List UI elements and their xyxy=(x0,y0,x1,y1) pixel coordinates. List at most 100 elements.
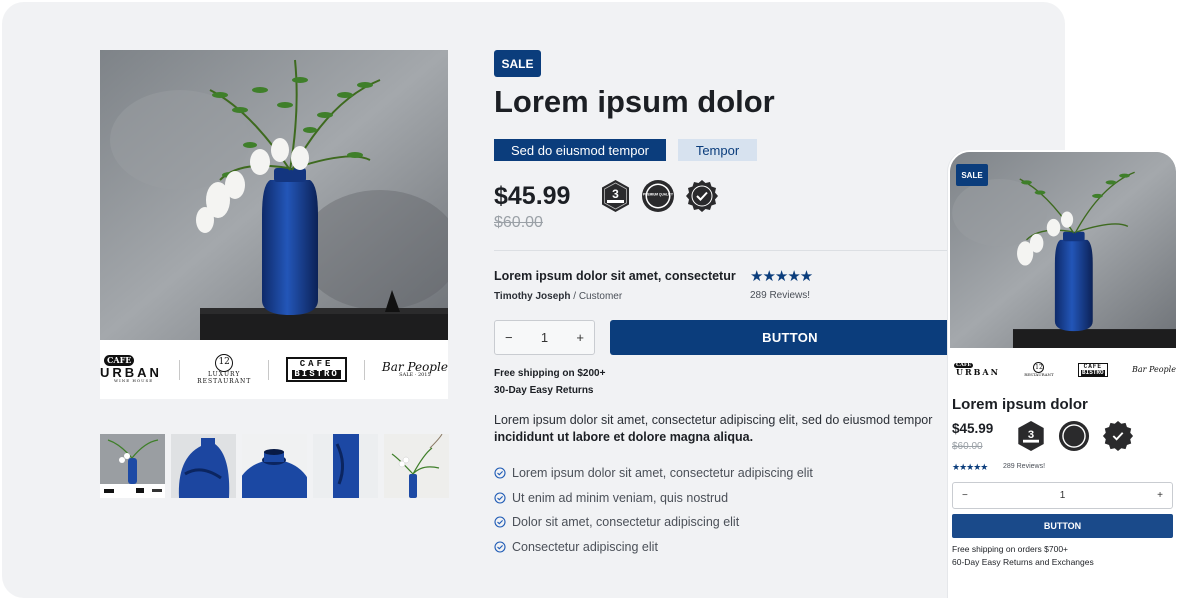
mobile-quantity-stepper: − 1 + xyxy=(952,482,1173,509)
partner-logo-cafe-urban: CAFE URBAN xyxy=(950,362,1000,378)
logo-divider xyxy=(268,359,270,380)
thumbnail-image xyxy=(313,434,378,498)
reviewer: Timothy Joseph / Customer xyxy=(494,291,622,302)
logo-text: BISTRO xyxy=(1081,369,1105,377)
check-circle-icon xyxy=(494,467,506,479)
logo-text: Bar People xyxy=(1131,364,1176,374)
verified-check-badge-icon xyxy=(686,180,718,212)
mobile-old-price: $60.00 xyxy=(952,441,983,452)
mobile-review-count[interactable]: 289 Reviews! xyxy=(1003,463,1045,470)
add-to-cart-button[interactable]: BUTTON xyxy=(610,320,970,355)
thumbnail-2[interactable] xyxy=(171,434,236,498)
logo-text: URBAN xyxy=(956,367,1000,378)
quantity-input[interactable]: 1 xyxy=(1060,490,1066,501)
check-circle-icon xyxy=(494,516,506,528)
verified-check-badge-icon xyxy=(1102,420,1134,452)
badge-text: 3 xyxy=(1028,429,1034,441)
logo-divider xyxy=(363,359,365,380)
review-count[interactable]: 289 Reviews! xyxy=(750,290,810,301)
feature-item: Consectetur adipiscing elit xyxy=(494,535,813,560)
reviewer-name: Timothy Joseph xyxy=(494,291,571,302)
desktop-product-panel: CAFE URBAN WINE HOUSE 12 LUXURY RESTAURA… xyxy=(2,2,1065,598)
feature-item: Ut enim ad minim veniam, quis nostrud xyxy=(494,486,813,511)
thumbnail-4[interactable] xyxy=(313,434,378,498)
partner-logo-cafe-urban: CAFE URBAN WINE HOUSE xyxy=(100,355,162,383)
increase-button[interactable]: + xyxy=(576,330,584,345)
feature-text: Dolor sit amet, consectetur adipiscing e… xyxy=(512,515,740,530)
logo-text: WINE HOUSE xyxy=(114,378,154,384)
description-bold-text: incididunt ut labore et dolore magna ali… xyxy=(494,430,754,444)
feature-text: Ut enim ad minim veniam, quis nostrud xyxy=(512,490,729,505)
logo-text: 12 xyxy=(215,354,234,373)
partner-logo-bar-people: Bar People SALE · 2015 xyxy=(382,360,448,379)
thumbnail-image xyxy=(242,434,307,498)
3-year-warranty-badge-icon: 3 xyxy=(1018,420,1044,452)
badge-text: PREMIUM QUALITY xyxy=(643,193,674,197)
mobile-shipping-info: Free shipping on orders $700+ xyxy=(952,544,1069,554)
mobile-product-image[interactable]: SALE xyxy=(950,152,1176,348)
quantity-input[interactable]: 1 xyxy=(541,330,548,345)
thumbnail-image xyxy=(171,434,236,498)
thumbnail-3[interactable] xyxy=(242,434,307,498)
thumbnail-image xyxy=(384,434,449,498)
mobile-product-title: Lorem ipsum dolor xyxy=(952,396,1088,413)
sale-badge: SALE xyxy=(494,50,541,77)
partner-logo-luxury-restaurant: 12 LUXURY RESTAURANT xyxy=(197,354,251,385)
premium-quality-badge-icon xyxy=(1058,420,1090,452)
mobile-product-preview: SALE CAFE URBAN 12 RESTAURANT CAFE BISTR… xyxy=(948,150,1176,598)
logo-text: SALE · 2015 xyxy=(399,372,431,379)
mobile-star-rating: ★★★★★ xyxy=(952,462,988,472)
price: $45.99 xyxy=(494,182,571,210)
mobile-trust-badges: 3 xyxy=(1016,420,1134,452)
partner-logo-cafe-bistro: CAFE BISTRO xyxy=(1078,362,1108,378)
partner-logo-luxury-restaurant: 12 RESTAURANT xyxy=(1024,362,1054,378)
tag-secondary[interactable]: Tempor xyxy=(678,139,757,161)
shipping-info: Free shipping on $200+ xyxy=(494,368,606,379)
trust-badges: 3 PREMIUM QUALITY xyxy=(600,179,719,213)
feature-list: Lorem ipsum dolor sit amet, consectetur … xyxy=(494,461,813,559)
mobile-price: $45.99 xyxy=(952,421,994,436)
decrease-button[interactable]: − xyxy=(962,490,968,501)
page: CAFE URBAN WINE HOUSE 12 LUXURY RESTAURA… xyxy=(0,0,1178,600)
vase-photo xyxy=(100,50,448,340)
main-product-image[interactable] xyxy=(100,50,448,340)
thumbnail-1[interactable] xyxy=(100,434,165,498)
check-circle-icon xyxy=(494,541,506,553)
tag-primary[interactable]: Sed do eiusmod tempor xyxy=(494,139,666,161)
check-circle-icon xyxy=(494,492,506,504)
logo-text: RESTAURANT xyxy=(1024,372,1054,378)
3-year-warranty-badge-icon: 3 xyxy=(602,180,629,212)
product-title: Lorem ipsum dolor xyxy=(494,84,775,119)
feature-text: Lorem ipsum dolor sit amet, consectetur … xyxy=(512,466,813,481)
divider xyxy=(494,250,954,251)
logo-text: URBAN xyxy=(100,364,162,380)
logo-divider xyxy=(179,359,181,380)
feature-item: Dolor sit amet, consectetur adipiscing e… xyxy=(494,510,813,535)
partner-logo-bar-people: Bar People xyxy=(1131,364,1176,374)
returns-info: 30-Day Easy Returns xyxy=(494,385,594,396)
thumbnail-image xyxy=(100,434,165,498)
badge-text: 3 xyxy=(612,187,619,201)
increase-button[interactable]: + xyxy=(1157,490,1163,501)
mobile-add-to-cart-button[interactable]: BUTTON xyxy=(952,514,1173,538)
feature-text: Consectetur adipiscing elit xyxy=(512,539,658,554)
premium-quality-badge-icon: PREMIUM QUALITY xyxy=(642,180,674,212)
description-text: Lorem ipsum dolor sit amet, consectetur … xyxy=(494,413,933,427)
thumbnail-5[interactable] xyxy=(384,434,449,498)
product-description: Lorem ipsum dolor sit amet, consectetur … xyxy=(494,412,964,446)
logo-text: RESTAURANT xyxy=(197,377,252,385)
quantity-stepper: − 1 + xyxy=(494,320,595,355)
mobile-sale-badge: SALE xyxy=(956,164,988,186)
partner-logo-strip: CAFE URBAN WINE HOUSE 12 LUXURY RESTAURA… xyxy=(100,340,448,399)
logo-text: BISTRO xyxy=(292,368,341,379)
mobile-partner-logo-strip: CAFE URBAN 12 RESTAURANT CAFE BISTRO Bar… xyxy=(950,350,1176,390)
partner-logo-cafe-bistro: CAFE BISTRO xyxy=(286,357,347,382)
old-price: $60.00 xyxy=(494,214,543,231)
star-rating: ★★★★★ xyxy=(750,268,813,285)
thumbnail-gallery xyxy=(100,434,449,498)
reviewer-role: / Customer xyxy=(570,291,623,302)
feature-item: Lorem ipsum dolor sit amet, consectetur … xyxy=(494,461,813,486)
review-title: Lorem ipsum dolor sit amet, consectetur xyxy=(494,269,736,283)
decrease-button[interactable]: − xyxy=(505,330,513,345)
mobile-returns-info: 60-Day Easy Returns and Exchanges xyxy=(952,557,1094,567)
